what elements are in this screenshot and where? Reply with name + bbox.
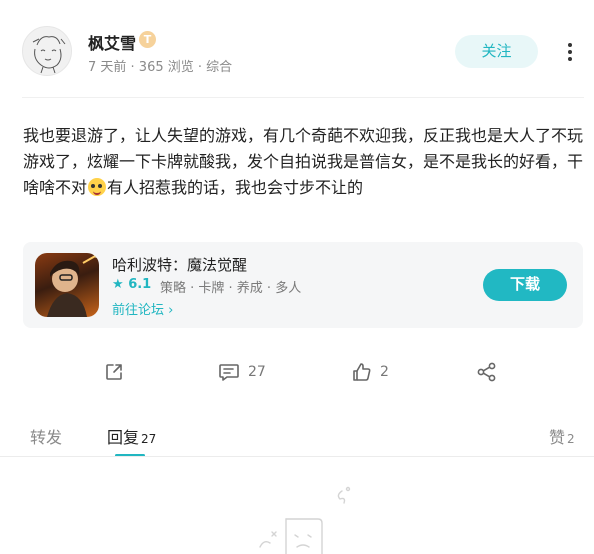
- tab-replies[interactable]: 回复 27: [107, 424, 156, 448]
- tabs-divider: [0, 456, 594, 457]
- game-title[interactable]: 哈利波特：魔法觉醒: [112, 254, 247, 275]
- tab-likes-count: 2: [567, 432, 575, 446]
- avatar[interactable]: [22, 26, 72, 76]
- author-name[interactable]: 枫艾雪: [88, 30, 136, 54]
- star-icon: ★: [112, 277, 124, 292]
- tab-likes[interactable]: 赞2: [549, 424, 575, 448]
- game-art-icon: [47, 253, 99, 317]
- tab-replies-count: 27: [141, 432, 157, 446]
- forum-link-label: 前往论坛: [112, 303, 165, 318]
- action-bar: 27 2: [0, 355, 594, 389]
- download-button[interactable]: 下载: [483, 269, 567, 301]
- game-tags: 策略 · 卡牌 · 养成 · 多人: [160, 281, 302, 296]
- reply-tabs: 转发 回复 27 赞2: [0, 420, 594, 460]
- game-card[interactable]: 哈利波特：魔法觉醒 ★ 6.1 策略 · 卡牌 · 养成 · 多人 前往论坛 ›…: [23, 242, 583, 328]
- comment-button[interactable]: 27: [218, 355, 266, 389]
- forum-link[interactable]: 前往论坛 ›: [112, 299, 173, 318]
- share-button[interactable]: [104, 355, 124, 389]
- post-meta: 7 天前 · 365 浏览 · 综合: [88, 60, 233, 75]
- forward-button[interactable]: [476, 355, 498, 389]
- game-rating: ★ 6.1: [112, 277, 151, 292]
- share-out-icon: [106, 364, 122, 380]
- post-header: 枫艾雪 T 7 天前 · 365 浏览 · 综合 关注: [0, 0, 594, 98]
- game-app-icon[interactable]: [35, 253, 99, 317]
- chevron-right-icon: ›: [168, 303, 174, 318]
- post-content: 我也要退游了，让人失望的游戏，有几个奇葩不欢迎我，反正我也是大人了不玩游戏了，炫…: [23, 123, 583, 201]
- empty-state-illustration: [250, 485, 360, 554]
- empty-doc-icon: [259, 486, 351, 554]
- share-nodes-icon: [477, 362, 496, 382]
- avatar-sketch-icon: [32, 36, 66, 74]
- grimace-emoji-icon: [88, 178, 107, 196]
- like-button[interactable]: 2: [352, 355, 389, 389]
- tab-repost-label: 转发: [30, 428, 63, 447]
- tab-likes-label: 赞: [549, 428, 566, 447]
- level-badge: T: [139, 31, 156, 48]
- game-rating-value: 6.1: [128, 277, 152, 292]
- tab-repost[interactable]: 转发: [30, 424, 62, 448]
- follow-button[interactable]: 关注: [455, 35, 538, 68]
- post-text-continued: 有人招惹我的话，我也会寸步不让的: [107, 178, 364, 197]
- tab-replies-label: 回复: [107, 428, 140, 447]
- comment-icon: [219, 364, 239, 381]
- like-count: 2: [380, 364, 389, 380]
- header-divider: [22, 97, 584, 98]
- more-options-icon[interactable]: [560, 40, 580, 64]
- comment-count: 27: [248, 364, 266, 380]
- thumbs-up-icon: [353, 363, 371, 381]
